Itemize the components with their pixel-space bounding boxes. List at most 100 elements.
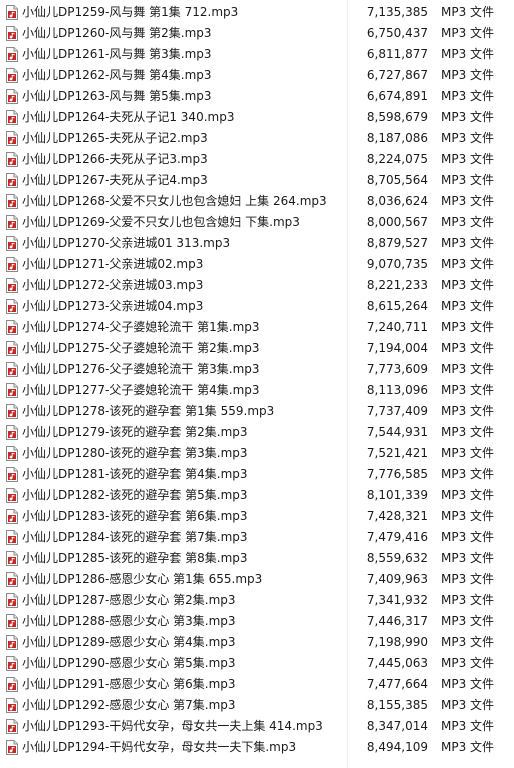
file-row[interactable]: 小仙儿DP1266-夫死从子记3.mp3 8,224,075 MP3 文件 (0, 149, 514, 170)
file-name-cell[interactable]: 小仙儿DP1264-夫死从子记1 340.mp3 (0, 107, 345, 128)
file-name-cell[interactable]: 小仙儿DP1262-风与舞 第4集.mp3 (0, 65, 345, 86)
file-name-cell[interactable]: 小仙儿DP1293-干妈代女孕，母女共一夫上集 414.mp3 (0, 716, 345, 737)
file-name-cell[interactable]: 小仙儿DP1271-父亲进城02.mp3 (0, 254, 345, 275)
file-row[interactable]: 小仙儿DP1287-感恩少女心 第2集.mp3 7,341,932 MP3 文件 (0, 590, 514, 611)
file-name-cell[interactable]: 小仙儿DP1267-夫死从子记4.mp3 (0, 170, 345, 191)
file-row[interactable]: 小仙儿DP1279-该死的避孕套 第2集.mp3 7,544,931 MP3 文件 (0, 422, 514, 443)
file-name-cell[interactable]: 小仙儿DP1280-该死的避孕套 第3集.mp3 (0, 443, 345, 464)
file-row[interactable]: 小仙儿DP1273-父亲进城04.mp3 8,615,264 MP3 文件 (0, 296, 514, 317)
file-name-cell[interactable]: 小仙儿DP1268-父爱不只女儿也包含媳妇 上集 264.mp3 (0, 191, 345, 212)
file-row[interactable]: 小仙儿DP1276-父子婆媳轮流干 第3集.mp3 7,773,609 MP3 文件 (0, 359, 514, 380)
file-size: 6,750,437 (366, 26, 428, 40)
file-name-cell[interactable]: 小仙儿DP1273-父亲进城04.mp3 (0, 296, 345, 317)
file-name-cell[interactable]: 小仙儿DP1263-风与舞 第5集.mp3 (0, 86, 345, 107)
file-row[interactable]: 小仙儿DP1281-该死的避孕套 第4集.mp3 7,776,585 MP3 文件 (0, 464, 514, 485)
file-name-cell[interactable]: 小仙儿DP1277-父子婆媳轮流干 第4集.mp3 (0, 380, 345, 401)
file-name-cell[interactable]: 小仙儿DP1276-父子婆媳轮流干 第3集.mp3 (0, 359, 345, 380)
file-name: 小仙儿DP1260-风与舞 第2集.mp3 (22, 26, 212, 40)
file-row[interactable]: 小仙儿DP1271-父亲进城02.mp3 9,070,735 MP3 文件 (0, 254, 514, 275)
file-name-cell[interactable]: 小仙儿DP1266-夫死从子记3.mp3 (0, 149, 345, 170)
mp3-file-icon (6, 215, 18, 230)
file-row[interactable]: 小仙儿DP1270-父亲进城01 313.mp3 8,879,527 MP3 文件 (0, 233, 514, 254)
file-name-cell[interactable]: 小仙儿DP1279-该死的避孕套 第2集.mp3 (0, 422, 345, 443)
file-row[interactable]: 小仙儿DP1283-该死的避孕套 第6集.mp3 7,428,321 MP3 文件 (0, 506, 514, 527)
file-row[interactable]: 小仙儿DP1286-感恩少女心 第1集 655.mp3 7,409,963 MP3 … (0, 569, 514, 590)
file-type: MP3 文件 (441, 593, 495, 607)
file-size: 8,705,564 (366, 173, 428, 187)
file-row[interactable]: 小仙儿DP1269-父爱不只女儿也包含媳妇 下集.mp3 8,000,567 MP3… (0, 212, 514, 233)
mp3-file-icon (6, 467, 18, 482)
mp3-file-icon (6, 47, 18, 62)
file-name: 小仙儿DP1275-父子婆媳轮流干 第2集.mp3 (22, 341, 260, 355)
file-name: 小仙儿DP1288-感恩少女心 第3集.mp3 (22, 614, 236, 628)
file-row[interactable]: 小仙儿DP1280-该死的避孕套 第3集.mp3 7,521,421 MP3 文件 (0, 443, 514, 464)
file-size: 7,341,932 (366, 593, 428, 607)
file-type: MP3 文件 (441, 677, 495, 691)
file-name-cell[interactable]: 小仙儿DP1287-感恩少女心 第2集.mp3 (0, 590, 345, 611)
file-size: 8,879,527 (366, 236, 428, 250)
file-size: 9,070,735 (366, 257, 428, 271)
file-row[interactable]: 小仙儿DP1288-感恩少女心 第3集.mp3 7,446,317 MP3 文件 (0, 611, 514, 632)
file-name-cell[interactable]: 小仙儿DP1270-父亲进城01 313.mp3 (0, 233, 345, 254)
file-type: MP3 文件 (441, 551, 495, 565)
file-row[interactable]: 小仙儿DP1278-该死的避孕套 第1集 559.mp3 7,737,409 MP3… (0, 401, 514, 422)
file-type: MP3 文件 (441, 152, 495, 166)
file-name-cell[interactable]: 小仙儿DP1282-该死的避孕套 第5集.mp3 (0, 485, 345, 506)
file-row[interactable]: 小仙儿DP1272-父亲进城03.mp3 8,221,233 MP3 文件 (0, 275, 514, 296)
file-name-cell[interactable]: 小仙儿DP1261-风与舞 第3集.mp3 (0, 44, 345, 65)
file-name-cell[interactable]: 小仙儿DP1278-该死的避孕套 第1集 559.mp3 (0, 401, 345, 422)
file-row[interactable]: 小仙儿DP1265-夫死从子记2.mp3 8,187,086 MP3 文件 (0, 128, 514, 149)
file-name-cell[interactable]: 小仙儿DP1275-父子婆媳轮流干 第2集.mp3 (0, 338, 345, 359)
file-row[interactable]: 小仙儿DP1291-感恩少女心 第6集.mp3 7,477,664 MP3 文件 (0, 674, 514, 695)
file-name-cell[interactable]: 小仙儿DP1288-感恩少女心 第3集.mp3 (0, 611, 345, 632)
file-size: 8,113,096 (366, 383, 428, 397)
file-name-cell[interactable]: 小仙儿DP1260-风与舞 第2集.mp3 (0, 23, 345, 44)
file-row[interactable]: 小仙儿DP1284-该死的避孕套 第7集.mp3 7,479,416 MP3 文件 (0, 527, 514, 548)
file-name-cell[interactable]: 小仙儿DP1285-该死的避孕套 第8集.mp3 (0, 548, 345, 569)
file-type: MP3 文件 (441, 383, 495, 397)
mp3-file-icon (6, 425, 18, 440)
file-size: 7,240,711 (366, 320, 428, 334)
file-size: 7,135,385 (366, 5, 428, 19)
file-row[interactable]: 小仙儿DP1264-夫死从子记1 340.mp3 8,598,679 MP3 文件 (0, 107, 514, 128)
file-row[interactable]: 小仙儿DP1275-父子婆媳轮流干 第2集.mp3 7,194,004 MP3 文件 (0, 338, 514, 359)
file-type: MP3 文件 (441, 299, 495, 313)
file-row[interactable]: 小仙儿DP1268-父爱不只女儿也包含媳妇 上集 264.mp3 8,036,62… (0, 191, 514, 212)
file-type: MP3 文件 (441, 614, 495, 628)
file-name-cell[interactable]: 小仙儿DP1274-父子婆媳轮流干 第1集.mp3 (0, 317, 345, 338)
file-row[interactable]: 小仙儿DP1259-风与舞 第1集 712.mp3 7,135,385 MP3 文件 (0, 2, 514, 23)
file-name-cell[interactable]: 小仙儿DP1291-感恩少女心 第6集.mp3 (0, 674, 345, 695)
file-type: MP3 文件 (441, 530, 495, 544)
file-row[interactable]: 小仙儿DP1277-父子婆媳轮流干 第4集.mp3 8,113,096 MP3 文件 (0, 380, 514, 401)
file-row[interactable]: 小仙儿DP1292-感恩少女心 第7集.mp3 8,155,385 MP3 文件 (0, 695, 514, 716)
file-row[interactable]: 小仙儿DP1267-夫死从子记4.mp3 8,705,564 MP3 文件 (0, 170, 514, 191)
file-name-cell[interactable]: 小仙儿DP1272-父亲进城03.mp3 (0, 275, 345, 296)
file-type: MP3 文件 (441, 362, 495, 376)
file-name-cell[interactable]: 小仙儿DP1290-感恩少女心 第5集.mp3 (0, 653, 345, 674)
file-name: 小仙儿DP1280-该死的避孕套 第3集.mp3 (22, 446, 248, 460)
file-size: 7,521,421 (366, 446, 428, 460)
file-row[interactable]: 小仙儿DP1290-感恩少女心 第5集.mp3 7,445,063 MP3 文件 (0, 653, 514, 674)
file-name-cell[interactable]: 小仙儿DP1283-该死的避孕套 第6集.mp3 (0, 506, 345, 527)
file-name-cell[interactable]: 小仙儿DP1259-风与舞 第1集 712.mp3 (0, 2, 345, 23)
file-row[interactable]: 小仙儿DP1289-感恩少女心 第4集.mp3 7,198,990 MP3 文件 (0, 632, 514, 653)
file-name-cell[interactable]: 小仙儿DP1292-感恩少女心 第7集.mp3 (0, 695, 345, 716)
file-name-cell[interactable]: 小仙儿DP1284-该死的避孕套 第7集.mp3 (0, 527, 345, 548)
file-row[interactable]: 小仙儿DP1260-风与舞 第2集.mp3 6,750,437 MP3 文件 (0, 23, 514, 44)
file-name-cell[interactable]: 小仙儿DP1286-感恩少女心 第1集 655.mp3 (0, 569, 345, 590)
file-row[interactable]: 小仙儿DP1263-风与舞 第5集.mp3 6,674,891 MP3 文件 (0, 86, 514, 107)
mp3-file-icon (6, 740, 18, 755)
file-name-cell[interactable]: 小仙儿DP1294-干妈代女孕，母女共一夫下集.mp3 (0, 737, 345, 758)
file-row[interactable]: 小仙儿DP1274-父子婆媳轮流干 第1集.mp3 7,240,711 MP3 文件 (0, 317, 514, 338)
file-type: MP3 文件 (441, 5, 495, 19)
file-name-cell[interactable]: 小仙儿DP1265-夫死从子记2.mp3 (0, 128, 345, 149)
file-name-cell[interactable]: 小仙儿DP1281-该死的避孕套 第4集.mp3 (0, 464, 345, 485)
file-row[interactable]: 小仙儿DP1261-风与舞 第3集.mp3 6,811,877 MP3 文件 (0, 44, 514, 65)
file-row[interactable]: 小仙儿DP1282-该死的避孕套 第5集.mp3 8,101,339 MP3 文件 (0, 485, 514, 506)
file-row[interactable]: 小仙儿DP1262-风与舞 第4集.mp3 6,727,867 MP3 文件 (0, 65, 514, 86)
file-name-cell[interactable]: 小仙儿DP1269-父爱不只女儿也包含媳妇 下集.mp3 (0, 212, 345, 233)
file-name-cell[interactable]: 小仙儿DP1289-感恩少女心 第4集.mp3 (0, 632, 345, 653)
file-row[interactable]: 小仙儿DP1294-干妈代女孕，母女共一夫下集.mp3 8,494,109 MP3 … (0, 737, 514, 758)
file-row[interactable]: 小仙儿DP1293-干妈代女孕，母女共一夫上集 414.mp3 8,347,014… (0, 716, 514, 737)
file-row[interactable]: 小仙儿DP1285-该死的避孕套 第8集.mp3 8,559,632 MP3 文件 (0, 548, 514, 569)
